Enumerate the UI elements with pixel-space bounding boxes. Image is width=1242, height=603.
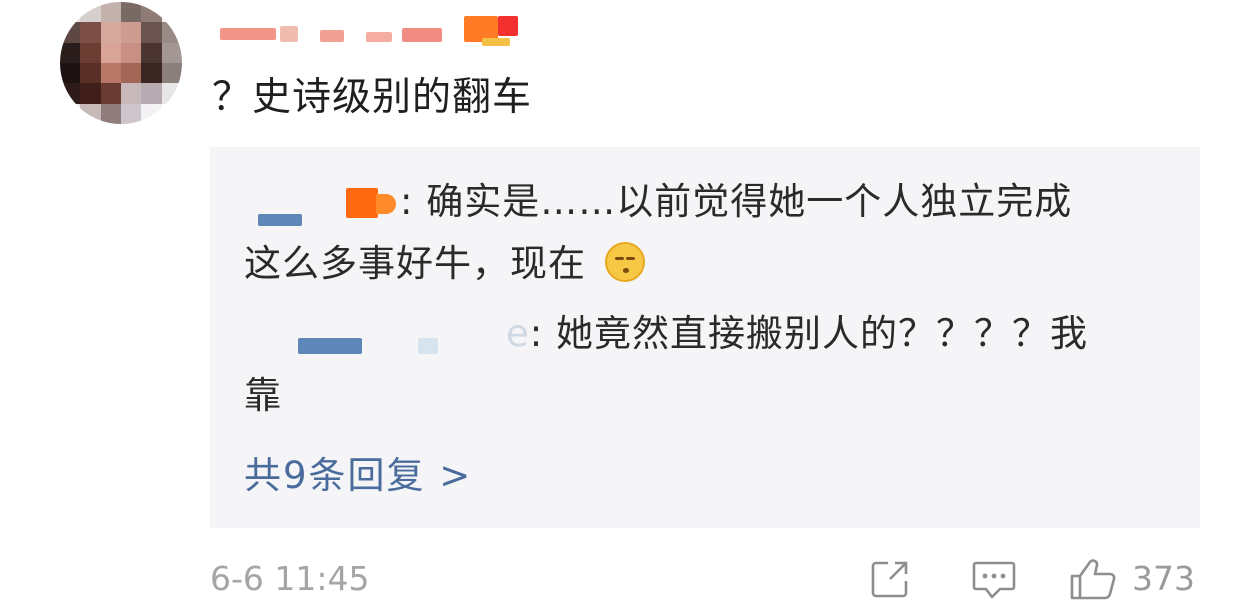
share-external-icon xyxy=(868,557,912,601)
reply-author-masked[interactable] xyxy=(244,184,400,226)
view-more-replies-link[interactable]: 共9条回复 > xyxy=(244,445,472,507)
reply-item[interactable]: e: 她竟然直接搬别人的？？？？我 靠 xyxy=(244,303,1174,427)
reply-text: : 她竟然直接搬别人的？？？？我 xyxy=(529,312,1088,355)
comment-text: ？史诗级别的翻车 xyxy=(212,75,533,120)
like-button[interactable]: 373 xyxy=(1068,556,1195,602)
reply-author-masked[interactable] xyxy=(244,316,506,356)
reply-text: : 确实是……以前觉得她一个人独立完成 xyxy=(400,180,1073,223)
like-count: 373 xyxy=(1132,559,1195,598)
avatar[interactable] xyxy=(60,2,182,124)
reply-author-tail[interactable]: e xyxy=(506,312,530,355)
reply-item[interactable]: : 确实是……以前觉得她一个人独立完成 这么多事好牛，现在 xyxy=(244,171,1174,295)
replies-panel: : 确实是……以前觉得她一个人独立完成 这么多事好牛，现在 e: 她竟然直接搬别… xyxy=(210,147,1200,528)
awkward-smile-emoji-icon xyxy=(604,242,645,282)
thumbs-up-icon xyxy=(1068,556,1118,602)
comment-button[interactable] xyxy=(970,556,1018,602)
comment-timestamp: 6-6 11:45 xyxy=(210,559,370,598)
reply-text-continued: 靠 xyxy=(244,374,282,417)
share-button[interactable] xyxy=(868,556,912,602)
reply-text-continued: 这么多事好牛，现在 xyxy=(244,242,586,285)
username-masked[interactable] xyxy=(216,14,526,50)
comment-bubble-icon xyxy=(970,557,1018,601)
